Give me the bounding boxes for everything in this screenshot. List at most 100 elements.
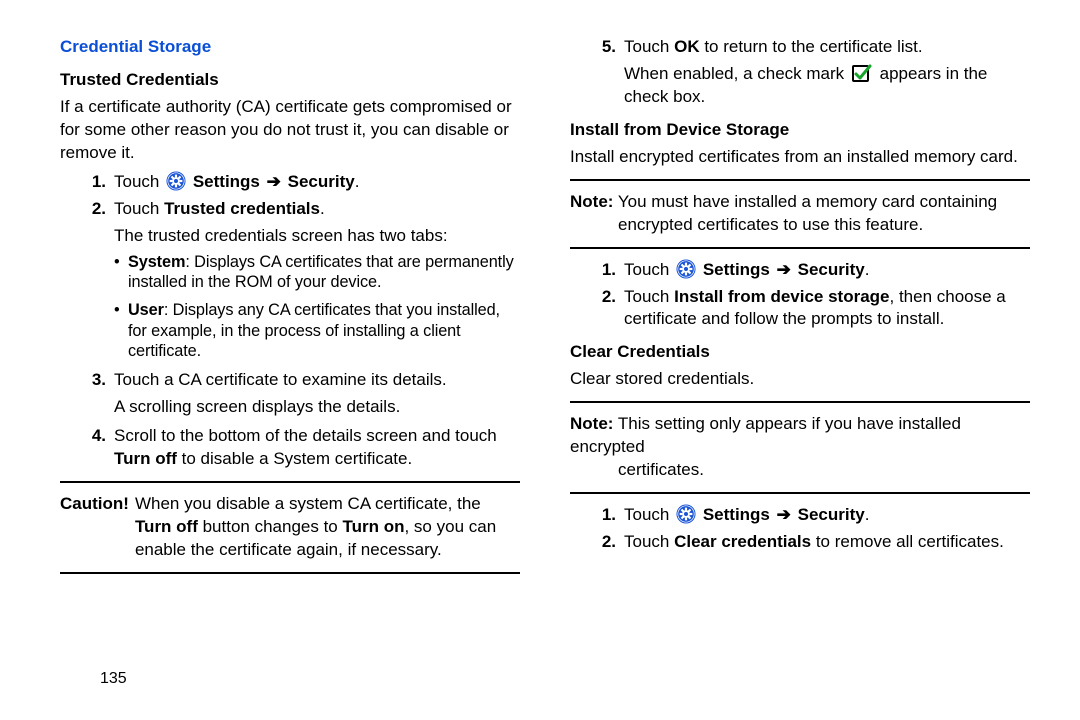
step-body: Touch Trusted credentials. The trusted c…: [114, 198, 520, 248]
trusted-intro: If a certificate authority (CA) certific…: [60, 96, 520, 165]
turn-off-label: Turn off: [135, 517, 198, 536]
clear-step-2: 2. Touch Clear credentials to remove all…: [596, 531, 1030, 554]
divider: [570, 247, 1030, 249]
clear-intro: Clear stored credentials.: [570, 368, 1030, 391]
text: Touch: [624, 287, 674, 306]
step-number: 3.: [86, 369, 114, 419]
install-from-device-storage-label: Install from device storage: [674, 287, 889, 306]
period: .: [320, 199, 325, 218]
step-body: Touch Settings ➔ Security.: [624, 259, 1030, 282]
step-body: Touch Settings ➔ Security.: [624, 504, 1030, 527]
text: Touch a CA certificate to examine its de…: [114, 369, 520, 392]
install-intro: Install encrypted certificates from an i…: [570, 146, 1030, 169]
settings-gear-icon: [676, 259, 696, 279]
text: A scrolling screen displays the details.: [114, 396, 520, 419]
settings-gear-icon: [166, 171, 186, 191]
user-label: User: [128, 301, 164, 319]
page-number: 135: [100, 668, 127, 690]
note-label: Note:: [570, 192, 613, 211]
note-memory-card: Note: You must have installed a memory c…: [570, 191, 1030, 237]
caution-note: Caution! When you disable a system CA ce…: [60, 493, 520, 562]
arrow-icon: ➔: [777, 260, 791, 279]
trusted-credentials-label: Trusted credentials: [164, 199, 320, 218]
arrow-icon: ➔: [267, 172, 281, 191]
step-number: 5.: [596, 36, 624, 109]
step-1: 1. Touch Settings ➔ Security.: [86, 171, 520, 194]
text: This setting only appears if you have in…: [570, 414, 961, 456]
step-4: 4. Scroll to the bottom of the details s…: [86, 425, 520, 471]
step-number: 1.: [86, 171, 114, 194]
text: : Displays CA certificates that are perm…: [128, 253, 514, 291]
period: .: [865, 260, 870, 279]
step-number: 4.: [86, 425, 114, 471]
note-cont: certificates.: [618, 459, 1030, 482]
text: Touch: [624, 532, 674, 551]
text: Touch: [624, 260, 674, 279]
settings-label: Settings: [703, 260, 770, 279]
step-tail: When enabled, a check mark appears in th…: [624, 63, 1030, 109]
security-label: Security: [798, 260, 865, 279]
settings-label: Settings: [193, 172, 260, 191]
settings-label: Settings: [703, 505, 770, 524]
right-column: 5. Touch OK to return to the certificate…: [570, 36, 1030, 584]
note-cont: encrypted certificates to use this featu…: [618, 214, 1030, 237]
step-number: 2.: [596, 286, 624, 332]
clear-step-1: 1. Touch Settings ➔ Security.: [596, 504, 1030, 527]
install-heading: Install from Device Storage: [570, 119, 1030, 142]
text: button changes to: [198, 517, 343, 536]
ok-label: OK: [674, 37, 700, 56]
caution-body: When you disable a system CA certificate…: [135, 493, 520, 562]
bullet-icon: •: [114, 300, 128, 361]
step-tail: The trusted credentials screen has two t…: [114, 225, 520, 248]
note-clear: Note: This setting only appears if you h…: [570, 413, 1030, 482]
install-step-2: 2. Touch Install from device storage, th…: [596, 286, 1030, 332]
step-body: Touch Settings ➔ Security.: [114, 171, 520, 194]
step-body: Touch OK to return to the certificate li…: [624, 36, 1030, 109]
step-2: 2. Touch Trusted credentials. The truste…: [86, 198, 520, 248]
text: : Displays any CA certificates that you …: [128, 301, 500, 360]
text: to return to the certificate list.: [700, 37, 923, 56]
step-body: Touch a CA certificate to examine its de…: [114, 369, 520, 419]
security-label: Security: [288, 172, 355, 191]
divider: [570, 179, 1030, 181]
clear-heading: Clear Credentials: [570, 341, 1030, 364]
settings-gear-icon: [676, 504, 696, 524]
checkmark-icon: [851, 63, 873, 83]
step-number: 1.: [596, 259, 624, 282]
text: to disable a System certificate.: [177, 449, 412, 468]
text: When you disable a system CA certificate…: [135, 494, 481, 513]
trusted-credentials-heading: Trusted Credentials: [60, 69, 520, 92]
divider: [570, 492, 1030, 494]
arrow-icon: ➔: [777, 505, 791, 524]
divider: [60, 481, 520, 483]
step-3: 3. Touch a CA certificate to examine its…: [86, 369, 520, 419]
substep-body: User: Displays any CA certificates that …: [128, 300, 520, 361]
step-body: Scroll to the bottom of the details scre…: [114, 425, 520, 471]
step-number: 1.: [596, 504, 624, 527]
bullet-icon: •: [114, 252, 128, 293]
period: .: [865, 505, 870, 524]
period: .: [355, 172, 360, 191]
step-number: 2.: [596, 531, 624, 554]
substep-system: • System: Displays CA certificates that …: [114, 252, 520, 293]
text: When enabled, a check mark: [624, 64, 849, 83]
left-column: Credential Storage Trusted Credentials I…: [60, 36, 520, 584]
section-title: Credential Storage: [60, 36, 520, 59]
text: Touch: [114, 199, 164, 218]
system-label: System: [128, 253, 185, 271]
step-5: 5. Touch OK to return to the certificate…: [596, 36, 1030, 109]
security-label: Security: [798, 505, 865, 524]
substep-user: • User: Displays any CA certificates tha…: [114, 300, 520, 361]
text: Touch: [624, 505, 674, 524]
step-body: Touch Install from device storage, then …: [624, 286, 1030, 332]
turn-on-label: Turn on: [342, 517, 404, 536]
caution-label: Caution!: [60, 493, 135, 562]
step-body: Touch Clear credentials to remove all ce…: [624, 531, 1030, 554]
substep-body: System: Displays CA certificates that ar…: [128, 252, 520, 293]
note-label: Note:: [570, 414, 613, 433]
text: Touch: [114, 172, 164, 191]
divider: [570, 401, 1030, 403]
step-number: 2.: [86, 198, 114, 248]
text: Touch: [624, 37, 674, 56]
turn-off-label: Turn off: [114, 449, 177, 468]
